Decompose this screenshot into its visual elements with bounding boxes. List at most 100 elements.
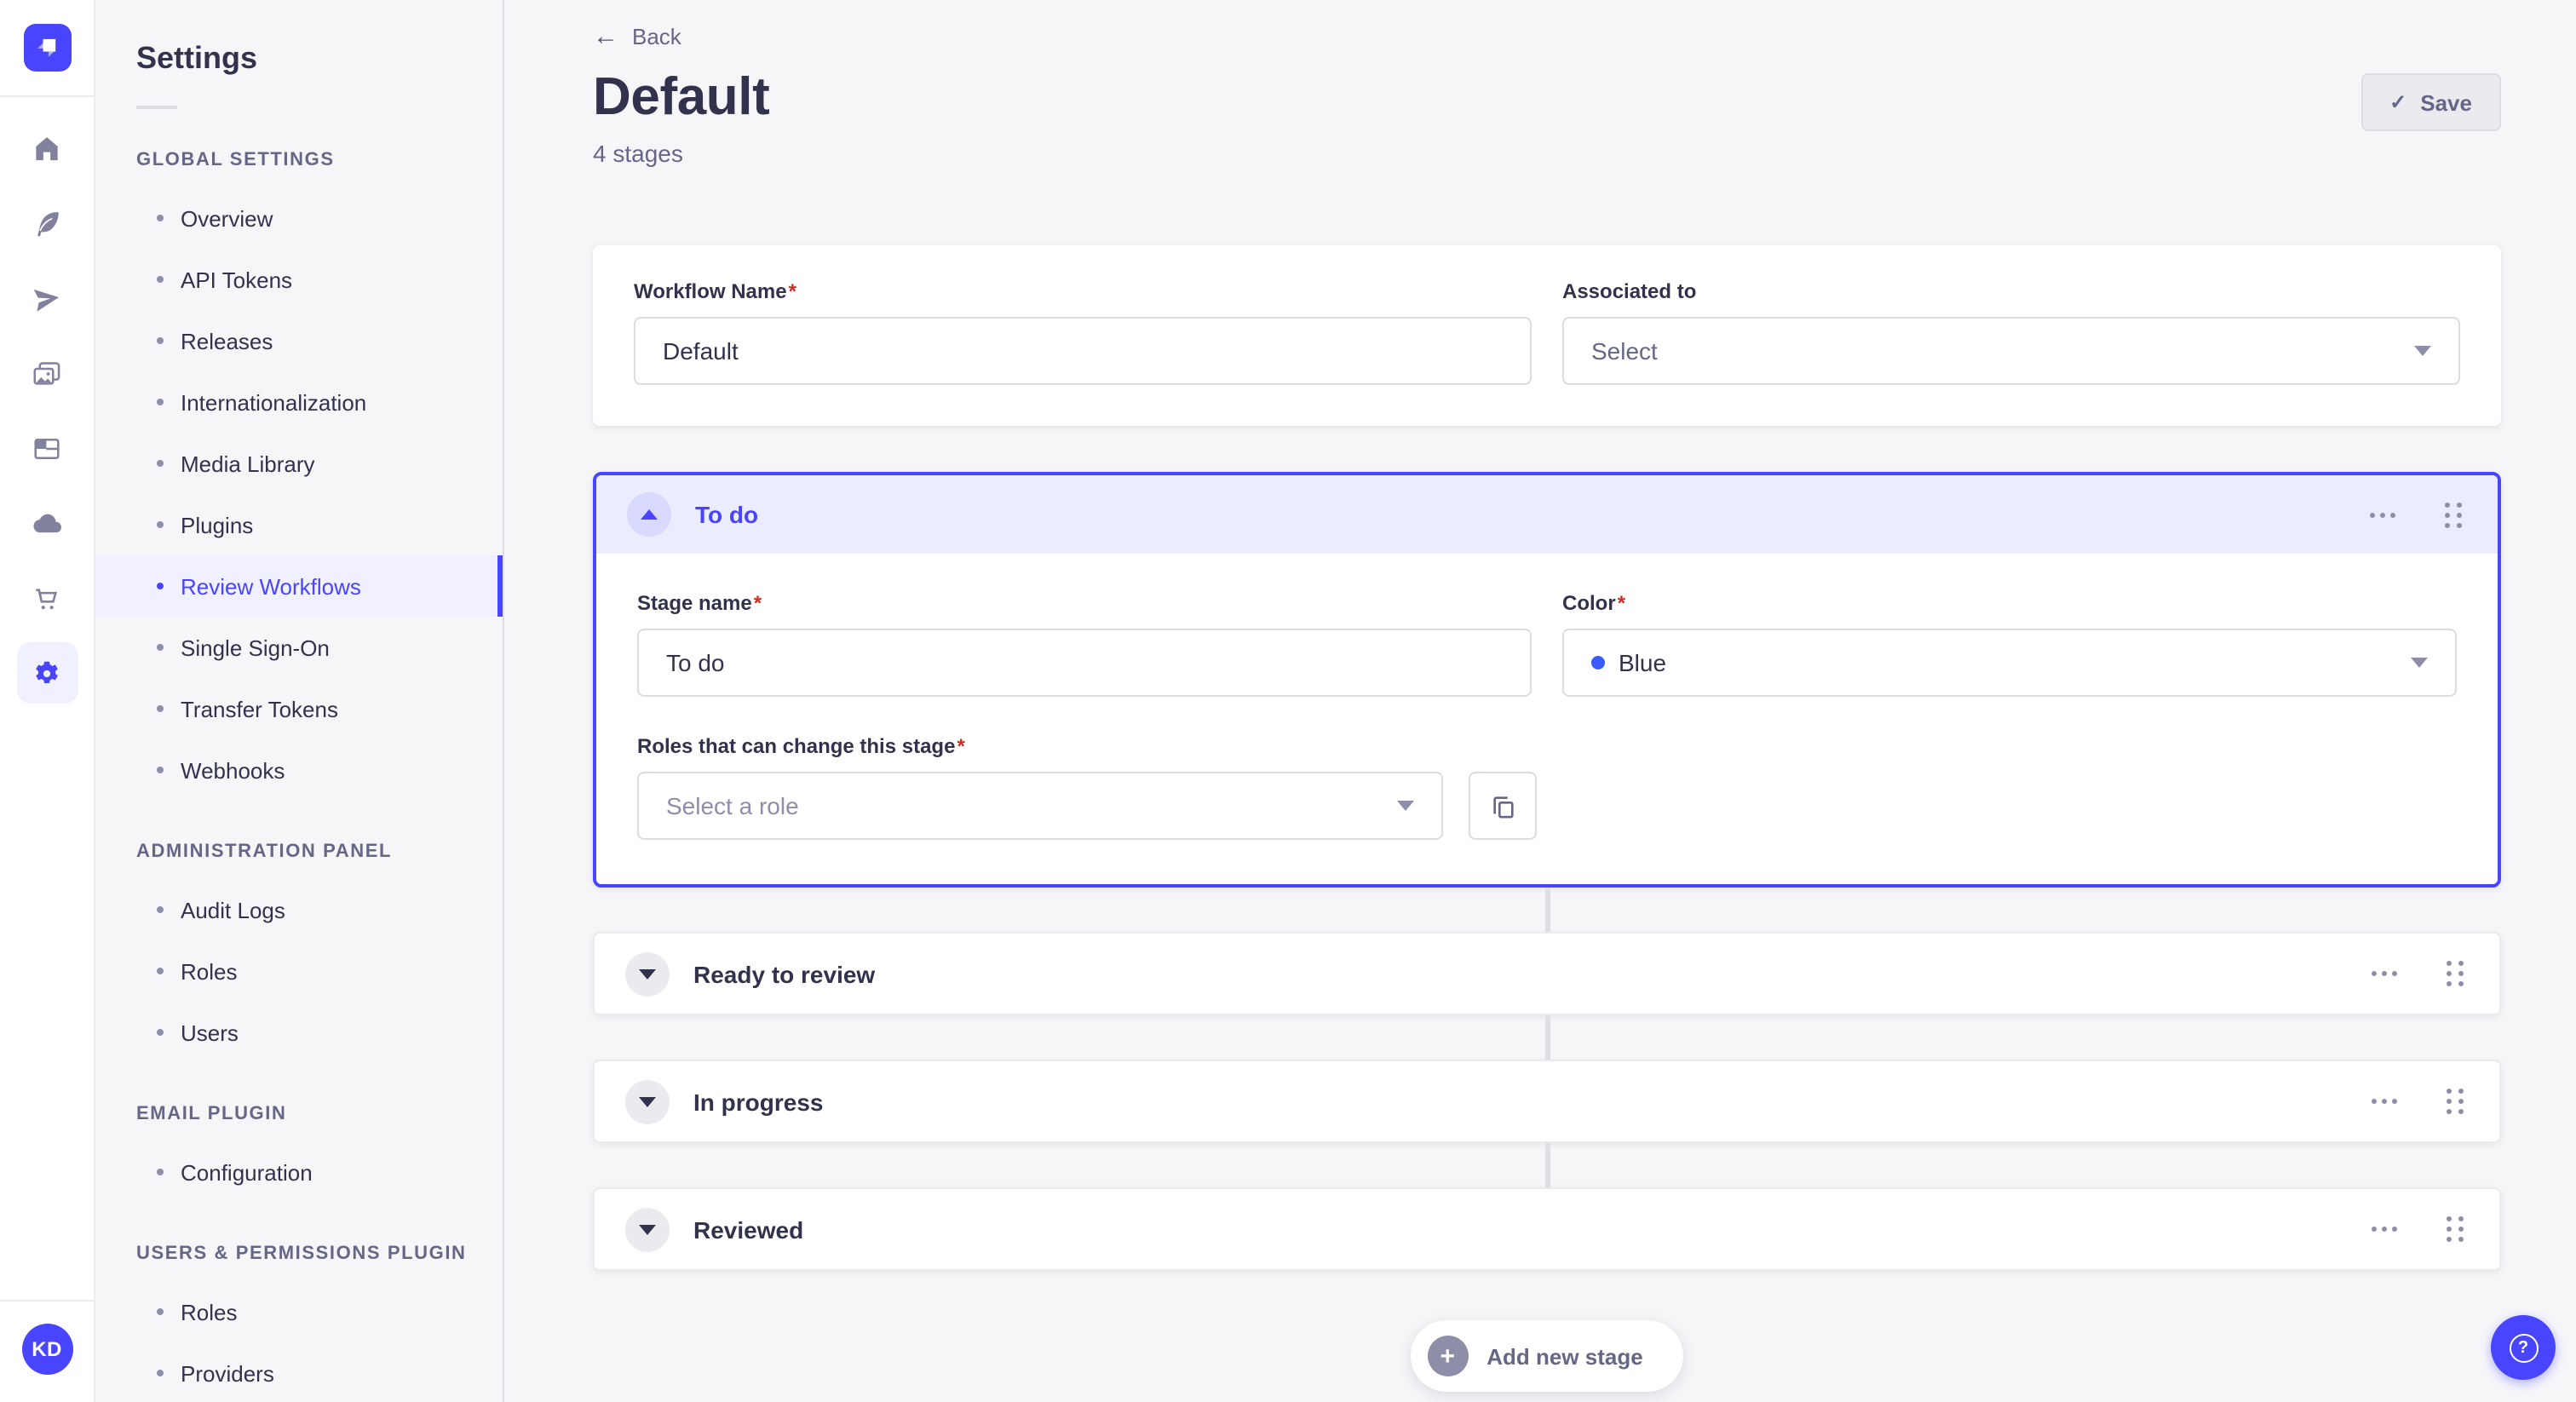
drag-handle-icon[interactable] [2441, 1083, 2469, 1119]
stage-panel-ready-to-review[interactable]: Ready to review [593, 932, 2501, 1015]
workflow-name-input[interactable] [634, 317, 1532, 385]
required-marker: * [1617, 591, 1626, 615]
duplicate-stage-button[interactable] [1469, 772, 1537, 840]
chevron-down-icon [639, 1096, 656, 1106]
sidebar-item-transfer-tokens[interactable]: Transfer Tokens [95, 678, 503, 739]
drag-handle-icon[interactable] [2440, 497, 2467, 532]
bullet-icon [157, 644, 164, 651]
workflow-form-card: Workflow Name* Associated to Select [593, 245, 2501, 426]
stage-color-label: Color * [1562, 591, 1626, 615]
sidebar-item-email-configuration[interactable]: Configuration [95, 1141, 503, 1203]
stage-roles-select[interactable]: Select a role [637, 772, 1443, 840]
arrow-left-icon: ← [593, 22, 618, 51]
strapi-logo-glyph [37, 38, 55, 57]
sidebar-item-audit-logs[interactable]: Audit Logs [95, 879, 503, 940]
plus-icon: + [1427, 1336, 1469, 1376]
stage-roles-label: Roles that can change this stage * [637, 734, 965, 758]
stage-connector-line [1544, 888, 1550, 932]
chevron-down-icon [639, 968, 656, 979]
bullet-icon [157, 337, 164, 344]
add-new-stage-button[interactable]: + Add new stage [1410, 1320, 1684, 1392]
stage-color-field-group: Color * Blue [1562, 591, 2457, 697]
stage-header-todo[interactable]: To do [596, 475, 2498, 554]
associated-to-field-group: Associated to Select [1562, 279, 2460, 385]
stage-name-input[interactable] [637, 629, 1532, 697]
drag-handle-icon[interactable] [2441, 956, 2469, 991]
required-marker: * [788, 279, 796, 303]
stage-options-menu-icon[interactable] [2363, 505, 2402, 524]
bullet-icon [157, 399, 164, 405]
chevron-up-icon [641, 509, 658, 520]
strapi-logo[interactable] [23, 24, 71, 72]
media-library-icon[interactable] [9, 336, 84, 411]
back-link[interactable]: ← Back [593, 22, 681, 51]
workflow-name-label: Workflow Name * [634, 279, 796, 303]
sidebar-item-webhooks[interactable]: Webhooks [95, 739, 503, 801]
stage-name-label: Stage name * [637, 591, 762, 615]
workflow-name-field-group: Workflow Name * [634, 279, 1532, 385]
cloud-icon[interactable] [9, 486, 84, 560]
blue-color-dot-icon [1591, 656, 1605, 669]
sidebar-item-releases[interactable]: Releases [95, 310, 503, 371]
expand-stage-button[interactable] [625, 1079, 670, 1123]
sidebar-item-overview[interactable]: Overview [95, 187, 503, 249]
bullet-icon [157, 705, 164, 712]
stage-color-select[interactable]: Blue [1562, 629, 2457, 697]
sidebar-item-up-providers[interactable]: Providers [95, 1342, 503, 1402]
bullet-icon [157, 276, 164, 283]
sidebar-item-internationalization[interactable]: Internationalization [95, 371, 503, 433]
page-title: Default [593, 66, 770, 126]
caret-down-icon [2411, 658, 2428, 668]
stage-connector-line [1544, 1015, 1550, 1060]
sidebar-item-admin-roles[interactable]: Roles [95, 940, 503, 1002]
associated-to-select[interactable]: Select [1562, 317, 2460, 385]
sidebar-item-up-roles[interactable]: Roles [95, 1281, 503, 1342]
bullet-icon [157, 906, 164, 913]
save-button[interactable]: ✓ Save [2360, 73, 2501, 131]
expand-stage-button[interactable] [625, 951, 670, 996]
question-mark-icon: ? [2509, 1333, 2538, 1362]
marketplace-cart-icon[interactable] [9, 560, 84, 635]
sidebar-item-review-workflows[interactable]: Review Workflows [95, 555, 503, 617]
sidebar-item-api-tokens[interactable]: API Tokens [95, 249, 503, 310]
bullet-icon [157, 1370, 164, 1376]
drag-handle-icon[interactable] [2441, 1211, 2469, 1247]
sidebar-item-admin-users[interactable]: Users [95, 1002, 503, 1063]
stage-options-menu-icon[interactable] [2365, 1220, 2404, 1238]
home-icon[interactable] [9, 111, 84, 186]
caret-down-icon [2414, 346, 2431, 356]
sidebar-item-plugins[interactable]: Plugins [95, 494, 503, 555]
subnav-divider [136, 106, 177, 109]
bullet-icon [157, 767, 164, 773]
stage-name: Reviewed [693, 1215, 804, 1243]
stage-options-menu-icon[interactable] [2365, 1092, 2404, 1111]
collapse-stage-button[interactable] [627, 492, 671, 537]
sidebar-item-single-sign-on[interactable]: Single Sign-On [95, 617, 503, 678]
feather-content-icon[interactable] [9, 186, 84, 261]
stage-body-todo: Stage name* Color* Blue [596, 554, 2498, 884]
layout-icon[interactable] [9, 411, 84, 486]
stage-panel-todo: To do Stage name* Color* [593, 472, 2501, 888]
stage-options-menu-icon[interactable] [2365, 964, 2404, 983]
bullet-icon [157, 1029, 164, 1036]
paper-plane-icon[interactable] [9, 261, 84, 336]
required-marker: * [753, 591, 762, 615]
subnav-title: Settings [136, 41, 258, 75]
stage-panel-in-progress[interactable]: In progress [593, 1060, 2501, 1143]
associated-to-label: Associated to [1562, 279, 1697, 303]
stage-count: 4 stages [593, 140, 683, 167]
stage-name: In progress [693, 1088, 824, 1115]
bullet-icon [157, 583, 164, 589]
chevron-down-icon [639, 1224, 656, 1234]
user-avatar[interactable]: KD [21, 1324, 72, 1375]
back-label: Back [632, 24, 681, 49]
settings-gear-icon[interactable] [16, 642, 78, 704]
nav-section-administration-panel: ADMINISTRATION PANEL [136, 842, 393, 862]
stage-panel-reviewed[interactable]: Reviewed [593, 1187, 2501, 1271]
help-button[interactable]: ? [2491, 1315, 2556, 1380]
stage-name: To do [695, 501, 759, 528]
nav-section-users-permissions-plugin: USERS & PERMISSIONS PLUGIN [136, 1244, 467, 1264]
sidebar-item-media-library[interactable]: Media Library [95, 433, 503, 494]
bullet-icon [157, 1169, 164, 1175]
expand-stage-button[interactable] [625, 1207, 670, 1251]
